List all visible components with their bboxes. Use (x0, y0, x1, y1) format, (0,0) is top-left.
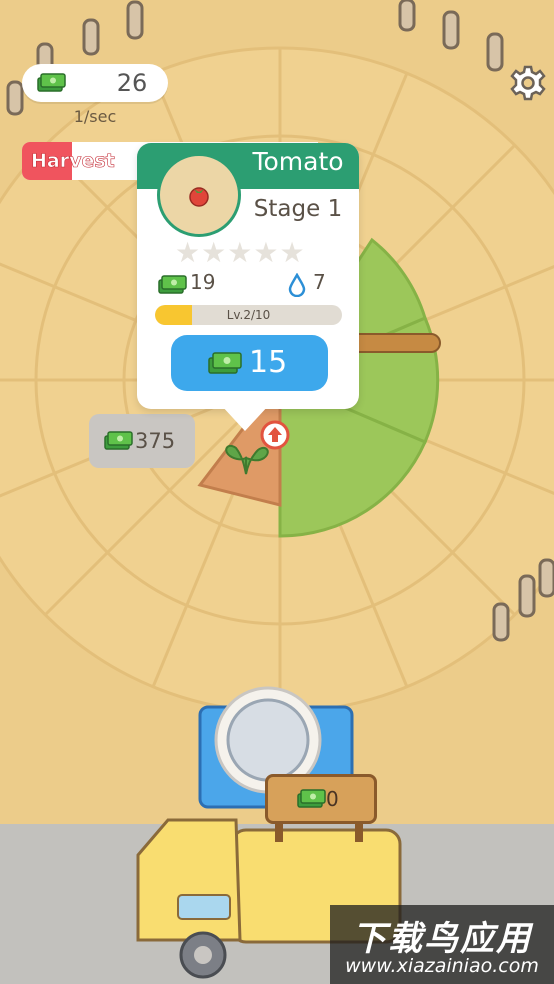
crop-portrait (157, 153, 241, 237)
star-icon: ★ (175, 236, 202, 269)
plot-price-value: 375 (135, 429, 176, 453)
crop-stage: Stage 1 (253, 196, 343, 222)
money-counter: 26 (22, 64, 168, 102)
crop-info-popup: Tomato Stage 1 ★★★★★ 19 7 Lv.2/10 15 (137, 143, 359, 431)
truck-cargo-value: 0 (326, 787, 339, 811)
income-rate: 1/sec (73, 107, 117, 126)
level-label: Lv.2/10 (226, 308, 271, 322)
level-progress-bar: Lv.2/10 (155, 305, 342, 325)
cash-icon (158, 275, 187, 294)
money-value: 26 (116, 69, 148, 97)
plot-price-tag[interactable]: 375 (89, 414, 195, 468)
harvest-label: Harvest (31, 150, 115, 173)
cash-icon (37, 73, 66, 92)
watermark-url: www.xiazainiao.com (345, 955, 539, 977)
cash-icon (297, 789, 326, 808)
tomato-icon (189, 187, 209, 207)
watermark-title: 下载鸟应用 (352, 919, 532, 959)
water-drop-icon (288, 273, 306, 297)
star-icon: ★ (201, 236, 228, 269)
watermark: 下载鸟应用 www.xiazainiao.com (330, 905, 554, 984)
upgrade-cost: 15 (249, 345, 288, 380)
gear-icon[interactable] (509, 64, 547, 102)
popup-pointer (221, 405, 269, 431)
water-value: 7 (313, 270, 326, 294)
game-scene: 26 1/sec Harvest 375 Tomato Stage 1 ★★★★… (0, 0, 554, 984)
crop-name: Tomato (252, 147, 344, 176)
star-icon: ★ (253, 236, 280, 269)
income-value: 19 (190, 270, 216, 294)
star-icon: ★ (227, 236, 254, 269)
truck-cargo-sign[interactable]: 0 (265, 774, 377, 824)
star-rating: ★★★★★ (175, 239, 325, 267)
upgrade-button[interactable]: 15 (171, 335, 328, 391)
cash-icon (104, 431, 133, 450)
cash-icon (208, 352, 242, 374)
star-icon: ★ (279, 236, 306, 269)
